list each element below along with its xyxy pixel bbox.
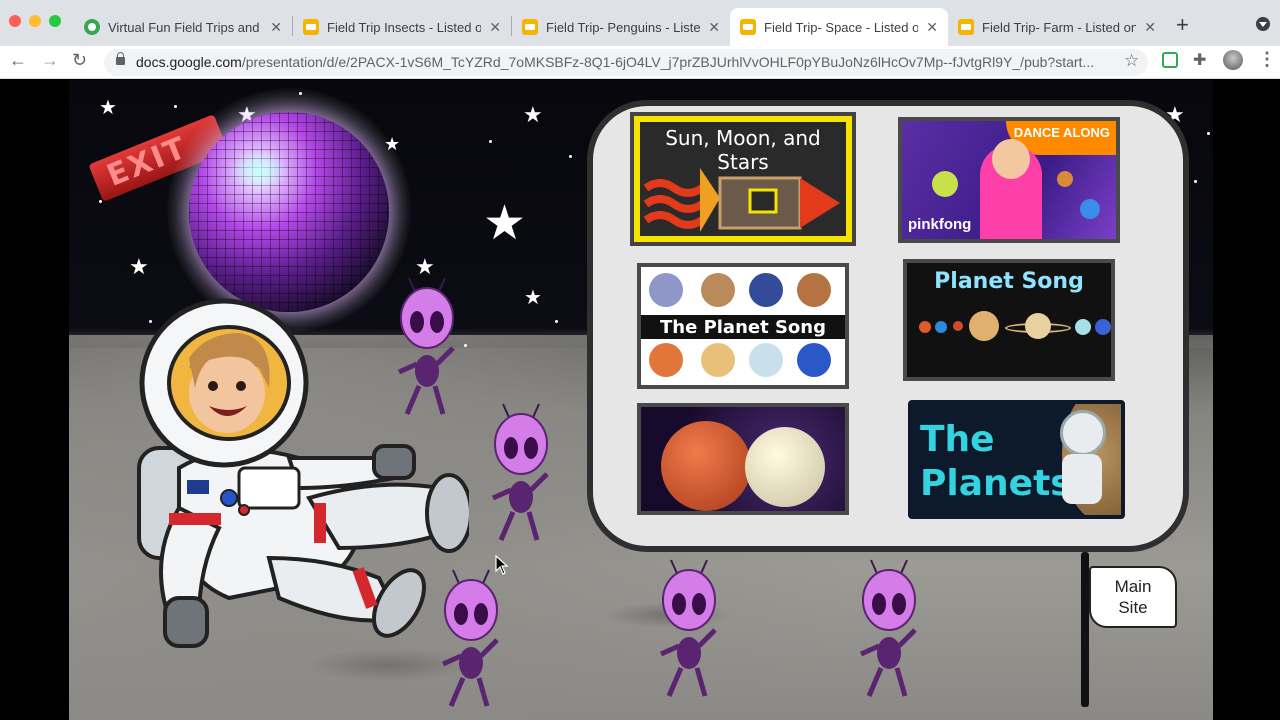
minimize-window-button[interactable]: [29, 15, 41, 27]
reload-icon[interactable]: ↻: [72, 50, 87, 71]
tab-field-trip-space[interactable]: Field Trip- Space - Listed or ✕: [730, 8, 948, 46]
close-tab-icon[interactable]: ✕: [270, 19, 282, 36]
address-bar[interactable]: docs.google.com/presentation/d/e/2PACX-1…: [104, 49, 1148, 76]
star-icon: ★: [129, 254, 149, 279]
video-title: The Planet Song: [660, 317, 826, 338]
pinkfong-brand: pinkfong: [908, 216, 972, 233]
menu-kebab-icon[interactable]: ⋮: [1258, 49, 1276, 70]
extension-icon[interactable]: [1162, 52, 1178, 68]
close-window-button[interactable]: [9, 15, 21, 27]
star-icon: ★: [524, 287, 542, 309]
maximize-window-button[interactable]: [49, 15, 61, 27]
alien-illustration: [491, 403, 549, 541]
url-text[interactable]: docs.google.com/presentation/d/e/2PACX-1…: [136, 54, 1114, 70]
profile-avatar[interactable]: [1223, 50, 1243, 70]
tab-field-trip-farm[interactable]: Field Trip- Farm - Listed on ✕: [948, 8, 1166, 46]
tab-title: Field Trip- Penguins - Listec: [546, 19, 701, 35]
video-the-planets[interactable]: The Planets: [908, 400, 1125, 519]
tab-bar: Virtual Fun Field Trips and M ✕ Field Tr…: [0, 0, 1280, 46]
green-shield-icon: [84, 19, 100, 35]
lock-icon: [116, 52, 125, 65]
close-tab-icon[interactable]: ✕: [1144, 19, 1156, 36]
tab-search-button[interactable]: [1256, 17, 1270, 31]
close-tab-icon[interactable]: ✕: [489, 19, 501, 36]
back-arrow-icon[interactable]: ←: [9, 50, 27, 71]
slides-icon: [303, 19, 319, 35]
close-tab-icon[interactable]: ✕: [926, 19, 938, 36]
slides-icon: [740, 19, 756, 35]
forward-arrow-icon[interactable]: →: [41, 50, 59, 71]
star-icon: ★: [99, 97, 117, 119]
bookmark-star-icon[interactable]: ☆: [1124, 51, 1139, 71]
star-icon: ★: [523, 102, 543, 127]
video-the-planet-song[interactable]: The Planet Song: [637, 263, 849, 389]
alien-illustration: [441, 569, 499, 707]
alien-illustration: [659, 559, 717, 697]
video-sun-moon-stars[interactable]: Sun, Moon, and Stars: [630, 112, 856, 246]
tab-virtual-fun-field-trips[interactable]: Virtual Fun Field Trips and M ✕: [74, 8, 292, 46]
disco-ball: [189, 112, 389, 312]
extensions-puzzle-icon[interactable]: ✚: [1193, 50, 1206, 70]
rocket-illustration: [643, 168, 840, 232]
presentation-slide: ★ ★ ★ ★ ★ ★ ★ ★ ★ EXIT: [69, 80, 1213, 720]
video-dance-along-pinkfong[interactable]: DANCE ALONG pinkfong: [898, 117, 1120, 243]
new-tab-button[interactable]: +: [1176, 12, 1189, 38]
tab-title: Field Trip- Farm - Listed on: [982, 19, 1137, 35]
star-icon: ★: [483, 197, 527, 250]
star-icon: ★: [415, 254, 435, 279]
mouse-cursor-icon: [495, 555, 509, 575]
video-planet-song[interactable]: Planet Song: [903, 259, 1115, 381]
slides-icon: [958, 19, 974, 35]
flag-pole: [1081, 552, 1089, 707]
video-title: Planet Song: [934, 269, 1084, 294]
tab-title: Field Trip Insects - Listed or: [327, 19, 482, 35]
close-tab-icon[interactable]: ✕: [708, 19, 720, 36]
main-site-flag-link[interactable]: Main Site: [1089, 566, 1177, 628]
slides-icon: [522, 19, 538, 35]
tab-field-trip-insects[interactable]: Field Trip Insects - Listed or ✕: [293, 8, 511, 46]
alien-illustration: [397, 277, 455, 415]
flag-label: Main Site: [1114, 577, 1152, 617]
video-planets-cartoon[interactable]: [637, 403, 849, 515]
alien-illustration: [859, 559, 917, 697]
tab-title: Field Trip- Space - Listed or: [764, 19, 919, 35]
tab-field-trip-penguins[interactable]: Field Trip- Penguins - Listec ✕: [512, 8, 730, 46]
tab-title: Virtual Fun Field Trips and M: [108, 19, 263, 35]
browser-toolbar: ← → ↻ docs.google.com/presentation/d/e/2…: [0, 46, 1280, 79]
